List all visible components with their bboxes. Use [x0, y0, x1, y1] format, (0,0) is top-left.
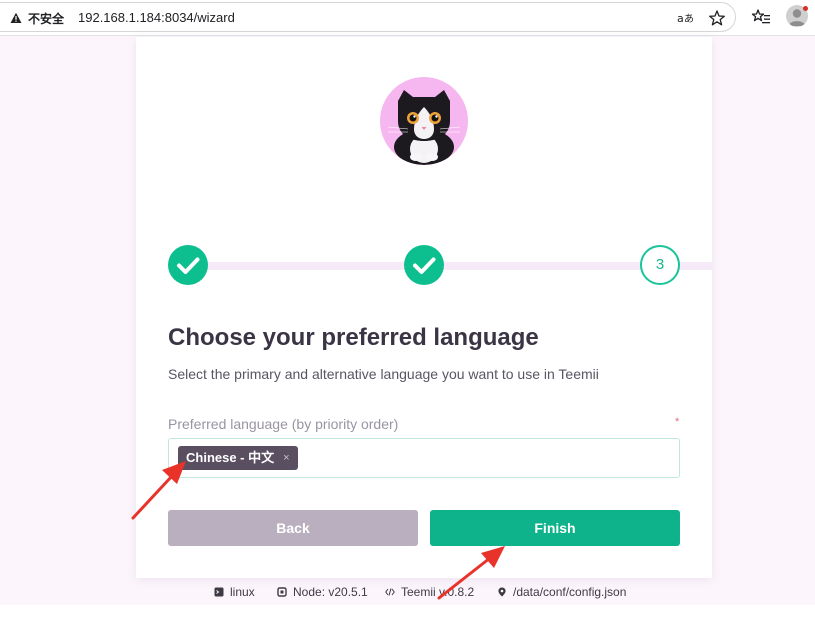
favorites-list-icon[interactable]	[751, 7, 771, 27]
footer-config: /data/conf/config.json	[497, 585, 626, 599]
language-chip-chinese[interactable]: Chinese - 中文 ×	[178, 446, 298, 470]
svg-text:a: a	[677, 12, 684, 25]
read-aloud-icon[interactable]: a あ	[676, 9, 694, 27]
wizard-card: 3 Choose your preferred language Select …	[136, 37, 712, 578]
url-text[interactable]: 192.168.1.184:8034/wizard	[78, 10, 235, 25]
footer-os-label: linux	[230, 585, 255, 599]
back-button[interactable]: Back	[168, 510, 418, 546]
footer-node-label: Node: v20.5.1	[293, 585, 368, 599]
terminal-icon	[214, 587, 224, 597]
notification-dot	[803, 6, 808, 11]
location-pin-icon	[498, 587, 506, 597]
footer-os: linux	[214, 585, 255, 599]
browser-toolbar: 不安全 192.168.1.184:8034/wizard a あ	[0, 0, 815, 36]
footer-version-label: Teemii v.0.8.2	[401, 585, 475, 599]
footer-config-label: /data/conf/config.json	[513, 585, 627, 599]
svg-text:あ: あ	[684, 13, 694, 25]
warning-icon[interactable]	[10, 12, 22, 24]
security-status-label[interactable]: 不安全	[28, 10, 64, 27]
page-title: Choose your preferred language	[168, 324, 539, 351]
code-icon	[385, 588, 395, 596]
check-icon	[413, 257, 436, 274]
page-bottom-strip	[0, 605, 815, 629]
system-info-footer: linux Node: v20.5.1 Teemii v.0.8.2 /data…	[0, 583, 815, 603]
required-asterisk: *	[675, 416, 680, 428]
language-chip-label: Chinese - 中文	[186, 450, 275, 465]
footer-node: Node: v20.5.1	[277, 585, 368, 599]
preferred-language-select[interactable]: Chinese - 中文 ×	[168, 438, 680, 478]
favorite-star-icon[interactable]	[708, 9, 726, 27]
step-3-current: 3	[640, 245, 680, 285]
chip-remove-icon[interactable]: ×	[283, 446, 289, 470]
cpu-icon	[277, 587, 287, 597]
step-2-complete	[404, 245, 444, 285]
footer-version: Teemii v.0.8.2	[385, 585, 474, 599]
step-progress-track	[188, 262, 712, 270]
step-1-complete	[168, 245, 208, 285]
check-icon	[177, 257, 200, 274]
finish-button[interactable]: Finish	[430, 510, 680, 546]
teemii-cat-logo	[380, 77, 468, 165]
preferred-language-label: Preferred language (by priority order)	[168, 416, 399, 432]
page-subtitle: Select the primary and alternative langu…	[168, 366, 599, 382]
address-bar[interactable]: 不安全 192.168.1.184:8034/wizard a あ	[0, 2, 736, 32]
